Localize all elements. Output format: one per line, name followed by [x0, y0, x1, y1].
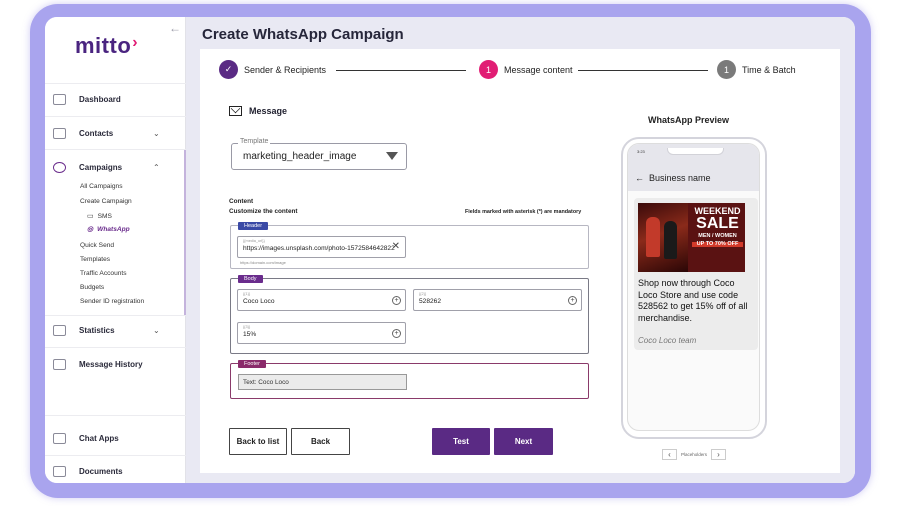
- back-to-list-button[interactable]: Back to list: [229, 428, 287, 455]
- business-name: ← Business name: [635, 173, 711, 183]
- placeholder-pager: ‹ Placeholders ›: [658, 449, 730, 460]
- footer-text-field[interactable]: Text: Coco Loco: [238, 374, 407, 390]
- next-button[interactable]: Next: [494, 428, 553, 455]
- sidebar-sub-whatsapp[interactable]: ◎ WhatsApp: [87, 225, 130, 234]
- sidebar-item-campaigns[interactable]: Campaigns ⌃: [53, 162, 160, 173]
- body-param-3-field[interactable]: {{3}} 15% +: [237, 322, 406, 344]
- add-icon[interactable]: +: [392, 296, 401, 305]
- body-param-1-field[interactable]: {{1}} Coco Loco +: [237, 289, 406, 311]
- step-sender-recipients[interactable]: ✓ Sender & Recipients: [219, 60, 326, 79]
- sidebar-sub-budgets[interactable]: Budgets: [80, 284, 104, 291]
- stepper-connector: [336, 70, 466, 71]
- sidebar: mitto› ← Dashboard Contacts ⌄ Campaigns …: [45, 17, 186, 483]
- page-title: Create WhatsApp Campaign: [202, 26, 404, 43]
- sidebar-item-documents[interactable]: Documents: [53, 466, 123, 477]
- dropdown-arrow-icon[interactable]: [386, 152, 398, 160]
- contacts-icon: [53, 128, 66, 139]
- mitto-logo[interactable]: mitto›: [75, 33, 138, 59]
- collapse-sidebar-icon[interactable]: ←: [169, 21, 181, 35]
- chevron-down-icon[interactable]: ⌄: [153, 326, 160, 335]
- sidebar-sub-quick-send[interactable]: Quick Send: [80, 242, 114, 249]
- sidebar-sub-templates[interactable]: Templates: [80, 256, 110, 263]
- sidebar-sub-traffic-accounts[interactable]: Traffic Accounts: [80, 270, 127, 277]
- footer-section: Footer Text: Coco Loco: [230, 360, 589, 399]
- phone-screen: 3:23 ← Business name WEEKEND SALE MEN / …: [627, 143, 760, 431]
- sidebar-sub-sms[interactable]: ▭ SMS: [87, 212, 112, 221]
- body-pill: Body: [238, 275, 263, 283]
- footer-pill: Footer: [238, 360, 266, 368]
- stepper-connector: [578, 70, 708, 71]
- chat-apps-icon: [53, 433, 66, 444]
- add-icon[interactable]: +: [568, 296, 577, 305]
- step-message-content[interactable]: 1 Message content: [479, 60, 573, 79]
- campaign-card: ✓ Sender & Recipients 1 Message content …: [200, 49, 840, 473]
- statistics-icon: [53, 325, 66, 336]
- body-section: Body {{1}} Coco Loco + {{2}} 528262 + {{…: [230, 275, 589, 354]
- whatsapp-icon: ◎: [87, 226, 94, 233]
- header-image: WEEKEND SALE MEN / WOMEN UP TO 70% OFF: [638, 203, 745, 272]
- back-button[interactable]: Back: [291, 428, 350, 455]
- sidebar-item-message-history[interactable]: Message History: [53, 359, 143, 370]
- header-pill: Header: [238, 222, 269, 230]
- app-window: mitto› ← Dashboard Contacts ⌄ Campaigns …: [45, 17, 855, 483]
- header-section: Header {{media_url}} https://images.unsp…: [230, 222, 589, 269]
- campaigns-icon: [53, 162, 66, 173]
- mandatory-note: Fields marked with asterisk (*) are mand…: [465, 209, 582, 215]
- chevron-left-icon[interactable]: ‹: [662, 449, 677, 460]
- sidebar-item-contacts[interactable]: Contacts ⌄: [53, 128, 160, 139]
- back-arrow-icon: ←: [635, 173, 644, 183]
- test-button[interactable]: Test: [432, 428, 490, 455]
- message-history-icon: [53, 359, 66, 370]
- sidebar-sub-all-campaigns[interactable]: All Campaigns: [80, 183, 123, 190]
- sidebar-sub-create-campaign[interactable]: Create Campaign: [80, 198, 132, 205]
- sidebar-item-dashboard[interactable]: Dashboard: [53, 94, 121, 105]
- sidebar-item-statistics[interactable]: Statistics ⌄: [53, 325, 160, 336]
- clear-icon[interactable]: ✕: [392, 241, 400, 252]
- preview-title: WhatsApp Preview: [648, 115, 730, 125]
- content-label: Content: [229, 198, 254, 205]
- message-heading: Message: [229, 106, 287, 116]
- documents-icon: [53, 466, 66, 477]
- sidebar-sub-sender-id[interactable]: Sender ID registration: [80, 298, 144, 305]
- customize-label: Customize the content: [229, 208, 298, 215]
- chevron-up-icon[interactable]: ⌃: [153, 163, 160, 172]
- add-icon[interactable]: +: [392, 329, 401, 338]
- body-param-2-field[interactable]: {{2}} 528262 +: [413, 289, 582, 311]
- media-url-field[interactable]: {{media_url}} https://images.unsplash.co…: [237, 236, 406, 258]
- dashboard-icon: [53, 94, 66, 105]
- step-time-batch[interactable]: 1 Time & Batch: [717, 60, 796, 79]
- checkmark-icon: ✓: [219, 60, 238, 79]
- message-body-text: Shop now through Coco Loco Store and use…: [638, 278, 748, 323]
- sms-icon: ▭: [87, 213, 94, 220]
- message-footer-text: Coco Loco team: [638, 336, 697, 345]
- main-area: Create WhatsApp Campaign ✓ Sender & Reci…: [186, 17, 855, 483]
- chevron-right-icon[interactable]: ›: [711, 449, 727, 460]
- chevron-down-icon[interactable]: ⌄: [153, 129, 160, 138]
- message-bubble: WEEKEND SALE MEN / WOMEN UP TO 70% OFF S…: [634, 198, 758, 350]
- sidebar-item-chat-apps[interactable]: Chat Apps: [53, 433, 119, 444]
- envelope-icon: [229, 106, 242, 116]
- phone-notch: [667, 148, 724, 155]
- step-number-badge: 1: [479, 60, 498, 79]
- step-number-badge: 1: [717, 60, 736, 79]
- status-time: 3:23: [637, 149, 645, 154]
- phone-preview: 3:23 ← Business name WEEKEND SALE MEN / …: [621, 137, 767, 439]
- template-select[interactable]: Template marketing_header_image: [231, 138, 407, 170]
